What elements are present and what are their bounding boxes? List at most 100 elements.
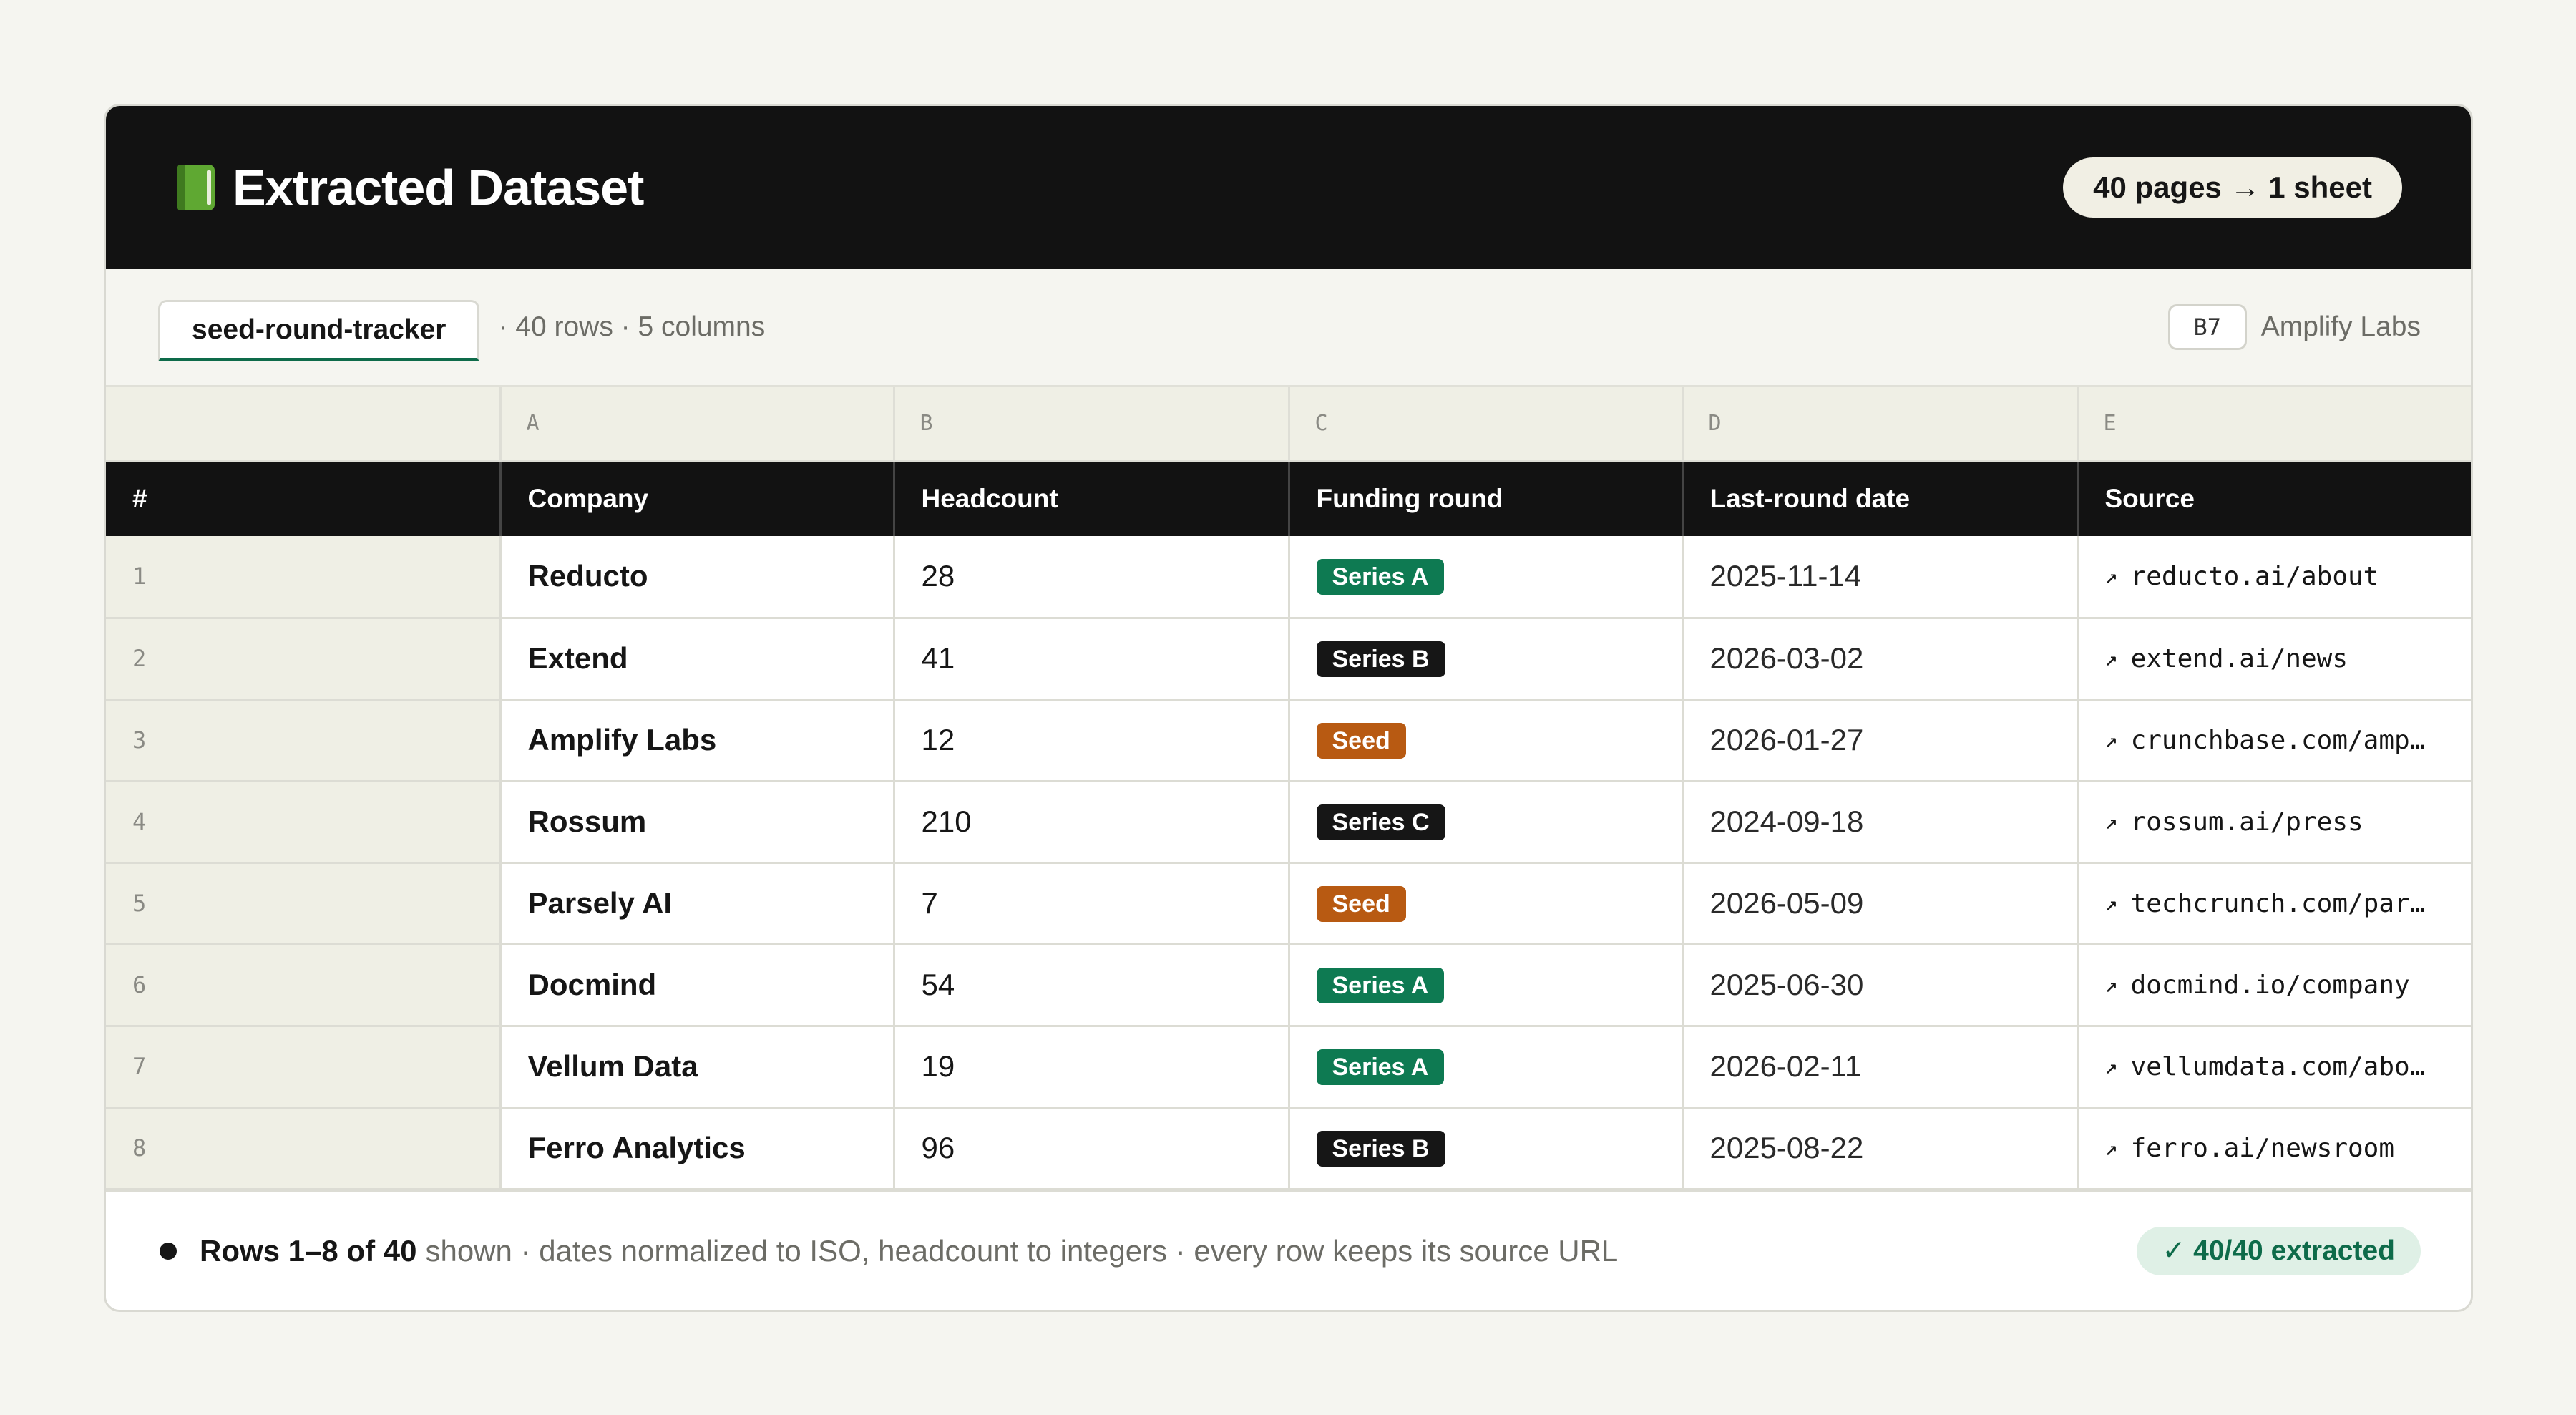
pages-summary-badge: 40 pages → 1 sheet [2063,157,2402,218]
column-letter[interactable]: A [500,387,895,462]
headcount-cell[interactable]: 54 [894,944,1290,1027]
funding-round-cell[interactable]: Series A [1289,944,1684,1027]
column-header[interactable]: Headcount [894,461,1290,536]
last-round-date-cell[interactable]: 2026-03-02 [1682,618,2079,701]
headcount-cell[interactable]: 96 [894,1107,1290,1190]
column-header[interactable]: Funding round [1289,461,1684,536]
source-link[interactable]: docmind.io/company [2131,971,2410,1000]
row-number: 4 [106,781,502,864]
company-cell[interactable]: Vellum Data [500,1026,895,1109]
sheet-tabs: seed-round-tracker · 40 rows · 5 columns [158,293,765,361]
source-cell[interactable]: ↗ techcrunch.com/par… [2077,862,2471,945]
row-number: 3 [106,699,502,782]
company-cell[interactable]: Rossum [500,781,895,864]
column-header[interactable]: Source [2077,461,2471,536]
source-link[interactable]: vellumdata.com/abo… [2131,1052,2426,1081]
funding-round-cell[interactable]: Series C [1289,781,1684,864]
green-book-icon [177,165,215,210]
source-link[interactable]: techcrunch.com/par… [2131,889,2426,918]
last-round-date-cell[interactable]: 2025-06-30 [1682,944,2079,1027]
last-round-date-cell[interactable]: 2026-01-27 [1682,699,2079,782]
last-round-date-cell[interactable]: 2026-05-09 [1682,862,2079,945]
headcount-cell[interactable]: 12 [894,699,1290,782]
headcount-cell[interactable]: 7 [894,862,1290,945]
footer-summary: Rows 1–8 of 40 shown · dates normalized … [160,1234,1618,1268]
last-round-date-cell[interactable]: 2025-08-22 [1682,1107,2079,1190]
company-cell[interactable]: Reducto [500,536,895,619]
funding-round-badge: Seed [1316,723,1406,759]
external-link-icon: ↗ [2104,727,2118,753]
table-row[interactable]: 5 Parsely AI 7 Seed 2026-05-09 ↗ techcrunch.co… [106,862,2471,945]
dataset-card: Extracted Dataset 40 pages → 1 sheet see… [104,104,2473,1312]
source-cell[interactable]: ↗ crunchbase.com/amp… [2077,699,2471,782]
column-letter[interactable]: C [1289,387,1684,462]
last-round-date-cell[interactable]: 2024-09-18 [1682,781,2079,864]
company-cell[interactable]: Amplify Labs [500,699,895,782]
table-row[interactable]: 2 Extend 41 Series B 2026-03-02 ↗ extend.ai/ne… [106,618,2471,701]
source-cell[interactable]: ↗ reducto.ai/about [2077,536,2471,619]
external-link-icon: ↗ [2104,890,2118,916]
column-letter[interactable]: D [1682,387,2079,462]
source-link[interactable]: rossum.ai/press [2131,807,2363,837]
source-cell[interactable]: ↗ docmind.io/company [2077,944,2471,1027]
table-row[interactable]: 6 Docmind 54 Series A 2025-06-30 ↗ docmind.io/… [106,944,2471,1027]
source-cell[interactable]: ↗ extend.ai/news [2077,618,2471,701]
headcount-cell[interactable]: 41 [894,618,1290,701]
last-round-date-cell[interactable]: 2025-11-14 [1682,536,2079,619]
row-number: 1 [106,536,502,619]
title-group: Extracted Dataset [177,159,644,216]
column-letter[interactable]: E [2077,387,2471,462]
headcount-cell[interactable]: 210 [894,781,1290,864]
external-link-icon: ↗ [2104,809,2118,835]
company-cell[interactable]: Extend [500,618,895,701]
external-link-icon: ↗ [2104,646,2118,671]
row-number: 7 [106,1026,502,1109]
company-cell[interactable]: Parsely AI [500,862,895,945]
table-footer: Rows 1–8 of 40 shown · dates normalized … [106,1190,2471,1310]
funding-round-cell[interactable]: Seed [1289,862,1684,945]
cell-reference[interactable]: B7 [2167,304,2247,350]
source-cell[interactable]: ↗ rossum.ai/press [2077,781,2471,864]
funding-round-cell[interactable]: Seed [1289,699,1684,782]
funding-round-cell[interactable]: Series A [1289,1026,1684,1109]
external-link-icon: ↗ [2104,1054,2118,1079]
table-row[interactable]: 8 Ferro Analytics 96 Series B 2025-08-22 ↗ fer… [106,1107,2471,1190]
status-dot-icon [160,1242,177,1260]
table-row[interactable]: 3 Amplify Labs 12 Seed 2026-01-27 ↗ crunchbase… [106,699,2471,782]
table-row[interactable]: 1 Reducto 28 Series A 2025-11-14 ↗ reducto.ai/… [106,536,2471,619]
funding-round-badge: Seed [1316,886,1406,922]
company-cell[interactable]: Ferro Analytics [500,1107,895,1190]
funding-round-badge: Series A [1316,559,1445,595]
tab-seed-round-tracker[interactable]: seed-round-tracker [158,300,480,361]
source-link[interactable]: crunchbase.com/amp… [2131,726,2426,755]
column-header[interactable]: Last-round date [1682,461,2079,536]
source-link[interactable]: reducto.ai/about [2131,562,2379,591]
row-number: 5 [106,862,502,945]
source-link[interactable]: ferro.ai/newsroom [2131,1134,2394,1163]
column-letter-row: A B C D E [106,387,2471,462]
headcount-cell[interactable]: 19 [894,1026,1290,1109]
table-row[interactable]: 7 Vellum Data 19 Series A 2026-02-11 ↗ vellumd… [106,1026,2471,1109]
column-letter [106,387,502,462]
dataset-header: Extracted Dataset 40 pages → 1 sheet [106,106,2471,269]
funding-round-cell[interactable]: Series B [1289,618,1684,701]
cell-inspector: B7 Amplify Labs [2167,304,2421,350]
column-header: # [106,461,502,536]
column-header[interactable]: Company [500,461,895,536]
data-table: A B C D E # Company Headcount Funding ro… [106,387,2471,1190]
company-cell[interactable]: Docmind [500,944,895,1027]
last-round-date-cell[interactable]: 2026-02-11 [1682,1026,2079,1109]
table-row[interactable]: 4 Rossum 210 Series C 2024-09-18 ↗ rossum.ai/p… [106,781,2471,864]
funding-round-cell[interactable]: Series B [1289,1107,1684,1190]
extracted-status-badge: ✓ 40/40 extracted [2136,1226,2421,1275]
source-link[interactable]: extend.ai/news [2131,644,2348,674]
source-cell[interactable]: ↗ ferro.ai/newsroom [2077,1107,2471,1190]
funding-round-badge: Series C [1316,804,1445,840]
external-link-icon: ↗ [2104,563,2118,589]
source-cell[interactable]: ↗ vellumdata.com/abo… [2077,1026,2471,1109]
headcount-cell[interactable]: 28 [894,536,1290,619]
row-number: 2 [106,618,502,701]
funding-round-cell[interactable]: Series A [1289,536,1684,619]
row-number: 8 [106,1107,502,1190]
column-letter[interactable]: B [894,387,1290,462]
